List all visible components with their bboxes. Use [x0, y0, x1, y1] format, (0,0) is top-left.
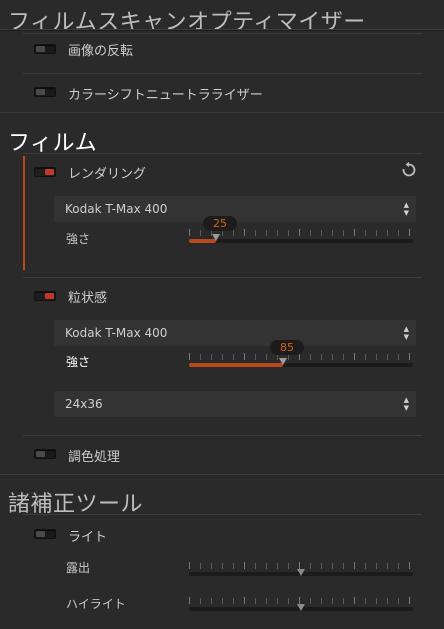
- divider: [23, 514, 422, 515]
- light-toggle[interactable]: [34, 529, 56, 539]
- reset-icon[interactable]: [400, 161, 418, 179]
- highlight-slider[interactable]: [189, 597, 413, 614]
- slider-thumb[interactable]: [212, 234, 220, 241]
- toning-toggle[interactable]: [34, 449, 56, 459]
- grain-strength-label: 強さ: [66, 355, 91, 369]
- slider-thumb[interactable]: [297, 569, 305, 576]
- light-label: ライト: [68, 530, 108, 545]
- grain-size-value: 24x36: [65, 397, 103, 411]
- divider: [23, 435, 422, 436]
- divider: [0, 474, 444, 475]
- invert-label: 画像の反転: [68, 44, 134, 59]
- highlight-label: ハイライト: [66, 597, 126, 611]
- updown-arrows-icon: ▲ ▼: [403, 396, 409, 412]
- divider: [0, 112, 444, 113]
- slider-fill: [189, 363, 283, 367]
- divider: [23, 33, 422, 34]
- rendering-strength-label: 強さ: [66, 232, 91, 246]
- divider: [23, 153, 422, 154]
- updown-arrows-icon: ▲ ▼: [403, 201, 409, 217]
- divider: [23, 73, 422, 74]
- active-panel-indicator: [23, 156, 25, 270]
- color-shift-label: カラーシフトニュートラライザー: [68, 88, 263, 103]
- exposure-slider[interactable]: [189, 562, 413, 579]
- rendering-film-value: Kodak T-Max 400: [65, 202, 168, 216]
- toning-label: 調色処理: [68, 450, 121, 465]
- exposure-label: 露出: [66, 561, 91, 575]
- slider-thumb[interactable]: [297, 604, 305, 611]
- grain-label: 粒状感: [68, 291, 108, 306]
- optimizer-title: フィルムスキャンオプティマイザー: [8, 10, 366, 35]
- invert-toggle[interactable]: [34, 44, 56, 54]
- grain-film-select[interactable]: Kodak T-Max 400 ▲ ▼: [53, 319, 417, 347]
- rendering-label: レンダリング: [68, 167, 147, 182]
- grain-film-value: Kodak T-Max 400: [65, 326, 168, 340]
- grain-strength-slider[interactable]: 85: [189, 340, 413, 370]
- color-shift-toggle[interactable]: [34, 87, 56, 97]
- rendering-toggle[interactable]: [34, 167, 56, 177]
- updown-arrows-icon: ▲ ▼: [403, 325, 409, 341]
- divider: [23, 277, 422, 278]
- slider-thumb[interactable]: [279, 358, 287, 365]
- divider: [0, 30, 444, 31]
- grain-strength-value: 85: [270, 340, 304, 355]
- rendering-strength-value: 25: [203, 216, 237, 231]
- rendering-strength-slider[interactable]: 25: [189, 216, 413, 246]
- grain-size-select[interactable]: 24x36 ▲ ▼: [53, 390, 417, 418]
- grain-toggle[interactable]: [34, 291, 56, 301]
